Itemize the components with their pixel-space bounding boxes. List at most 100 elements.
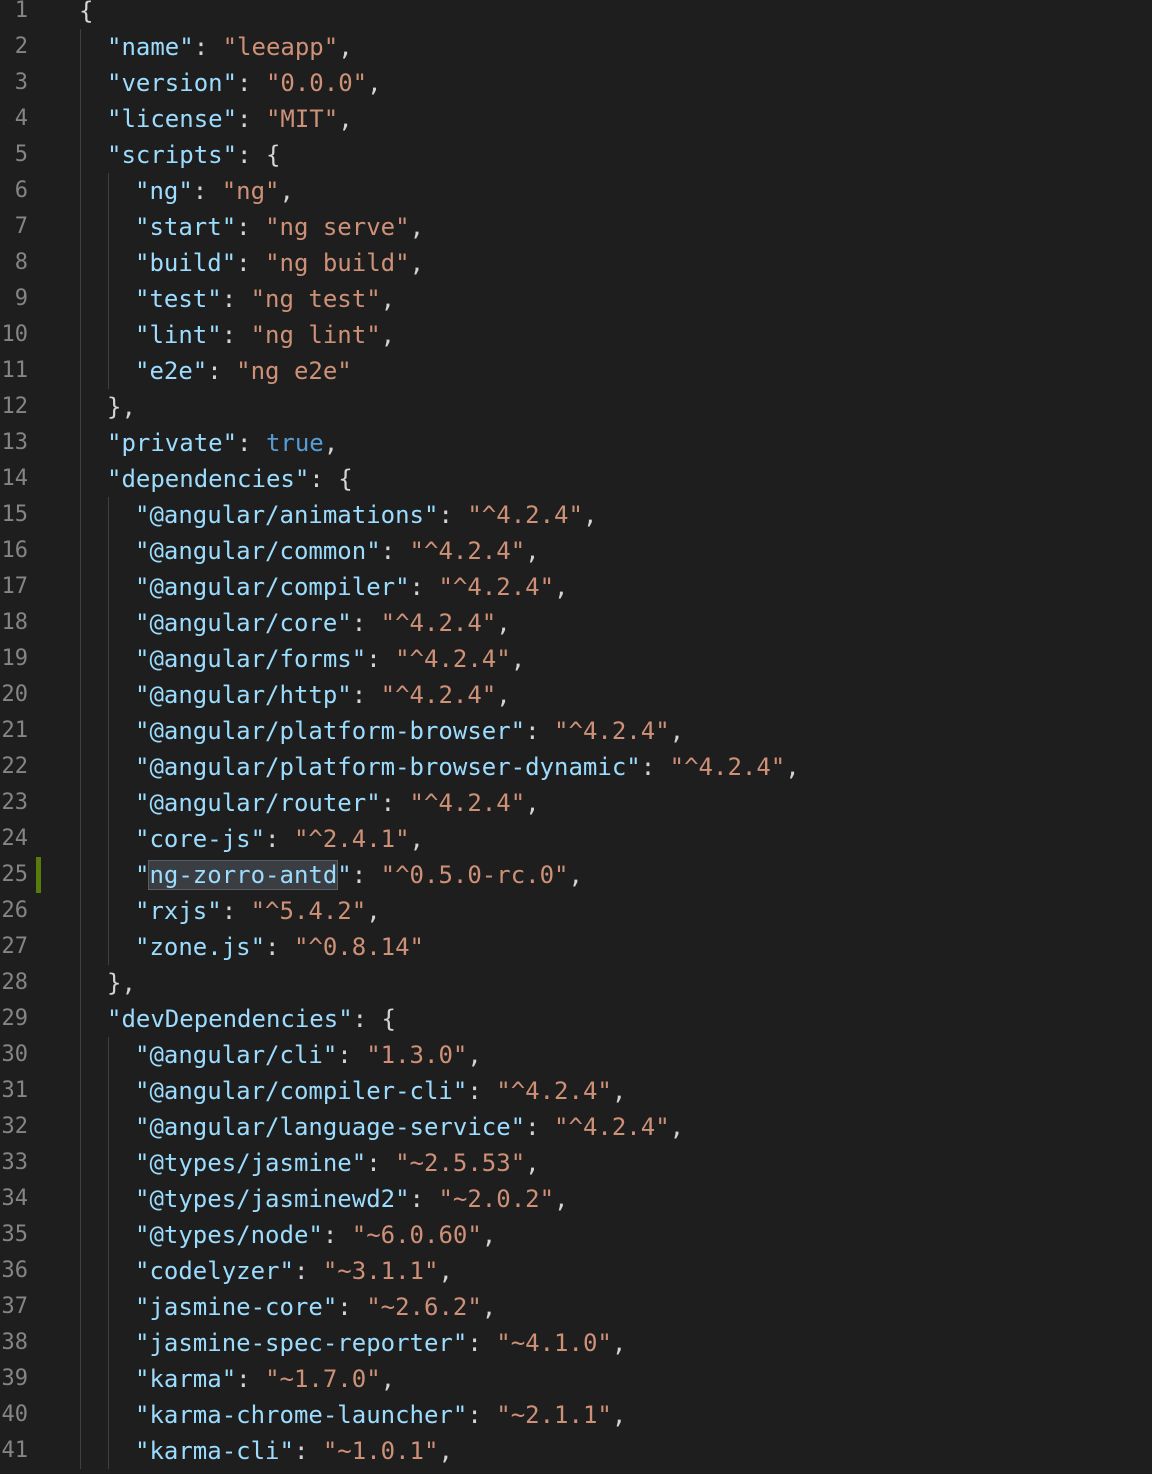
code-token: : — [236, 249, 266, 277]
code-line[interactable]: 38 "jasmine-spec-reporter": "~4.1.0", — [0, 1325, 1152, 1361]
indent-guide — [79, 929, 107, 965]
code-line[interactable]: 30 "@angular/cli": "1.3.0", — [0, 1037, 1152, 1073]
code-token: : { — [352, 1005, 396, 1033]
code-token: , — [611, 1329, 627, 1357]
code-token: "build" — [135, 249, 237, 277]
code-token: "~2.0.2" — [438, 1185, 555, 1213]
code-token: , — [323, 429, 339, 457]
code-line[interactable]: 22 "@angular/platform-browser-dynamic": "… — [0, 749, 1152, 785]
code-line[interactable]: 4 "license": "MIT", — [0, 101, 1152, 137]
code-line[interactable]: 14 "dependencies": { — [0, 461, 1152, 497]
code-line[interactable]: 37 "jasmine-core": "~2.6.2", — [0, 1289, 1152, 1325]
line-number: 25 — [1, 862, 29, 887]
code-line[interactable]: 24 "core-js": "^2.4.1", — [0, 821, 1152, 857]
code-line[interactable]: 3 "version": "0.0.0", — [0, 65, 1152, 101]
code-line[interactable]: 36 "codelyzer": "~3.1.1", — [0, 1253, 1152, 1289]
line-number: 20 — [1, 682, 29, 707]
code-line[interactable]: 17 "@angular/compiler": "^4.2.4", — [0, 569, 1152, 605]
indent-guide — [79, 1109, 107, 1145]
code-line[interactable]: 28}, — [0, 965, 1152, 1001]
code-token: , — [669, 717, 685, 745]
code-line[interactable]: 29 "devDependencies": { — [0, 1001, 1152, 1037]
line-content: "core-js": "^2.4.1", — [79, 821, 424, 857]
code-token: : — [351, 861, 381, 889]
code-line[interactable]: 23 "@angular/router": "^4.2.4", — [0, 785, 1152, 821]
indent-guide — [79, 965, 107, 1001]
line-number: 37 — [1, 1294, 29, 1319]
indent-guide — [79, 209, 107, 245]
line-content: }, — [79, 389, 136, 425]
code-token: : — [293, 1257, 323, 1285]
indent-guide — [107, 173, 135, 209]
code-line[interactable]: 19 "@angular/forms": "^4.2.4", — [0, 641, 1152, 677]
code-token: , — [338, 105, 353, 133]
code-line[interactable]: 9 "test": "ng test", — [0, 281, 1152, 317]
code-token: : — [525, 717, 555, 745]
code-token: : — [237, 69, 266, 97]
line-number: 3 — [14, 70, 28, 95]
line-number: 14 — [1, 466, 29, 491]
indent-guide — [79, 713, 107, 749]
code-line[interactable]: 32 "@angular/language-service": "^4.2.4", — [0, 1109, 1152, 1145]
code-line[interactable]: 10 "lint": "ng lint", — [0, 317, 1152, 353]
code-line[interactable]: 33 "@types/jasmine": "~2.5.53", — [0, 1145, 1152, 1181]
code-token: , — [380, 1365, 396, 1393]
code-line[interactable]: 15 "@angular/animations": "^4.2.4", — [0, 497, 1152, 533]
indent-guide — [107, 929, 135, 965]
code-line[interactable]: 31 "@angular/compiler-cli": "^4.2.4", — [0, 1073, 1152, 1109]
code-token: "MIT" — [265, 105, 339, 133]
line-number: 12 — [1, 394, 29, 419]
code-token: "^5.4.2" — [250, 897, 367, 925]
code-line[interactable]: 25 "ng-zorro-antd": "^0.5.0-rc.0", — [0, 857, 1152, 893]
code-token: "ng" — [221, 177, 280, 205]
line-number: 38 — [1, 1330, 29, 1355]
code-line[interactable]: 34 "@types/jasminewd2": "~2.0.2", — [0, 1181, 1152, 1217]
code-token: "codelyzer" — [135, 1257, 294, 1285]
code-line[interactable]: 18 "@angular/core": "^4.2.4", — [0, 605, 1152, 641]
code-token: : { — [309, 465, 353, 493]
code-line[interactable]: 40 "karma-chrome-launcher": "~2.1.1", — [0, 1397, 1152, 1433]
code-line[interactable]: 7 "start": "ng serve", — [0, 209, 1152, 245]
code-line[interactable]: 8 "build": "ng build", — [0, 245, 1152, 281]
code-line[interactable]: 11 "e2e": "ng e2e" — [0, 353, 1152, 389]
code-line[interactable]: 21 "@angular/platform-browser": "^4.2.4", — [0, 713, 1152, 749]
indent-guide — [107, 317, 135, 353]
code-line[interactable]: 16 "@angular/common": "^4.2.4", — [0, 533, 1152, 569]
code-line[interactable]: 5 "scripts": { — [0, 137, 1152, 173]
indent-guide — [107, 1433, 135, 1469]
code-line[interactable]: 12}, — [0, 389, 1152, 425]
code-token: "@angular/common" — [135, 537, 381, 565]
code-token: "^0.8.14" — [293, 933, 424, 961]
code-line[interactable]: 41 "karma-cli": "~1.0.1", — [0, 1433, 1152, 1469]
code-line[interactable]: 20 "@angular/http": "^4.2.4", — [0, 677, 1152, 713]
indent-guide — [79, 677, 107, 713]
code-line[interactable]: 2 "name": "leeapp", — [0, 29, 1152, 65]
line-content: "@types/jasminewd2": "~2.0.2", — [79, 1181, 569, 1217]
code-line[interactable]: 26 "rxjs": "^5.4.2", — [0, 893, 1152, 929]
line-number: 9 — [14, 286, 28, 311]
indent-guide — [107, 1361, 135, 1397]
indent-guide — [79, 29, 107, 65]
line-content: "private": true, — [79, 425, 338, 461]
indent-guide — [79, 749, 107, 785]
code-line[interactable]: 1{ — [0, 0, 1152, 29]
code-line[interactable]: 35 "@types/node": "~6.0.60", — [0, 1217, 1152, 1253]
indent-guide — [79, 245, 107, 281]
line-content: "start": "ng serve", — [79, 209, 424, 245]
code-line[interactable]: 27 "zone.js": "^0.8.14" — [0, 929, 1152, 965]
line-content: "@angular/platform-browser": "^4.2.4", — [79, 713, 684, 749]
code-token: : — [221, 285, 251, 313]
code-token: : — [237, 429, 266, 457]
code-token: "@angular/cli" — [135, 1041, 338, 1069]
code-token: "^4.2.4" — [438, 573, 555, 601]
code-line[interactable]: 6 "ng": "ng", — [0, 173, 1152, 209]
line-number: 23 — [1, 790, 29, 815]
code-token: "1.3.0" — [366, 1041, 468, 1069]
line-number: 17 — [1, 574, 29, 599]
code-token: "core-js" — [135, 825, 266, 853]
code-line[interactable]: 39 "karma": "~1.7.0", — [0, 1361, 1152, 1397]
code-token: , — [481, 1221, 497, 1249]
code-token: , — [409, 213, 425, 241]
code-line[interactable]: 13 "private": true, — [0, 425, 1152, 461]
code-editor[interactable]: 1{2 "name": "leeapp", 3 "version": "0.0.0",… — [0, 0, 1152, 1474]
